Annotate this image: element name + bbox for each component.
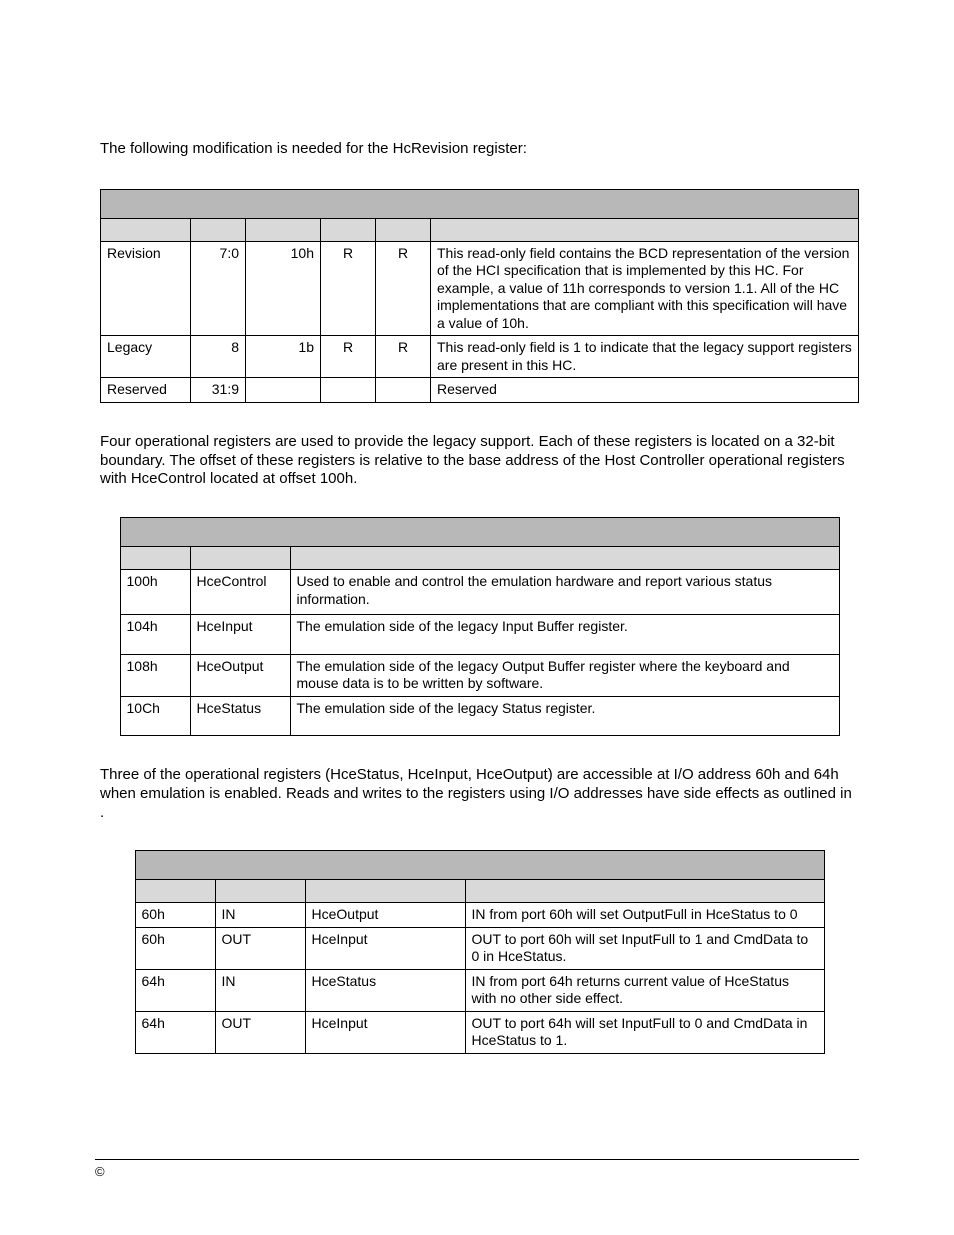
t3-h-reg	[305, 880, 465, 903]
t3-effect: IN from port 60h will set OutputFull in …	[465, 903, 824, 928]
t2-reg: HceControl	[190, 570, 290, 615]
t2-desc: Used to enable and control the emulation…	[290, 570, 839, 615]
mid-text-1: Four operational registers are used to p…	[100, 433, 859, 489]
t2-offset: 10Ch	[120, 696, 190, 736]
t3-h-addr	[135, 880, 215, 903]
t1-hc	[376, 378, 431, 403]
t2-desc: The emulation side of the legacy Input B…	[290, 615, 839, 655]
table-row: 100h HceControl Used to enable and contr…	[120, 570, 839, 615]
t3-addr: 64h	[135, 1011, 215, 1053]
copyright-icon: ©	[95, 1164, 105, 1179]
t3-effect: OUT to port 64h will set InputFull to 0 …	[465, 1011, 824, 1053]
t2-reg: HceStatus	[190, 696, 290, 736]
t2-reg: HceOutput	[190, 654, 290, 696]
mid2a: Three of the operational registers (HceS…	[100, 766, 852, 802]
t1-default	[246, 378, 321, 403]
t2-desc: The emulation side of the legacy Status …	[290, 696, 839, 736]
mid2b: .	[100, 804, 104, 821]
t3-addr: 60h	[135, 903, 215, 928]
t2-h-reg	[190, 547, 290, 570]
table-row: 64h OUT HceInput OUT to port 64h will se…	[135, 1011, 824, 1053]
t3-cyc: IN	[215, 903, 305, 928]
t3-h-cyc	[215, 880, 305, 903]
t3-reg: HceOutput	[305, 903, 465, 928]
t1-hc: R	[376, 336, 431, 378]
table-row: 60h IN HceOutput IN from port 60h will s…	[135, 903, 824, 928]
t3-addr: 60h	[135, 927, 215, 969]
t1-bits: 8	[191, 336, 246, 378]
t1-hcd: R	[321, 241, 376, 336]
t2-offset: 104h	[120, 615, 190, 655]
t1-h-bits	[191, 218, 246, 241]
t1-h-default	[246, 218, 321, 241]
t2-reg: HceInput	[190, 615, 290, 655]
t1-hcd	[321, 378, 376, 403]
table-row: 10Ch HceStatus The emulation side of the…	[120, 696, 839, 736]
t3-effect: OUT to port 60h will set InputFull to 1 …	[465, 927, 824, 969]
t1-field: Reserved	[101, 378, 191, 403]
t3-addr: 64h	[135, 969, 215, 1011]
t2-band	[120, 518, 839, 547]
t2-offset: 108h	[120, 654, 190, 696]
mid-text-2: Three of the operational registers (HceS…	[100, 766, 859, 822]
table-row: Reserved 31:9 Reserved	[101, 378, 859, 403]
t1-h-field	[101, 218, 191, 241]
t1-default: 1b	[246, 336, 321, 378]
t1-hcd: R	[321, 336, 376, 378]
table-row: 104h HceInput The emulation side of the …	[120, 615, 839, 655]
t1-band	[101, 189, 859, 218]
t3-h-effect	[465, 880, 824, 903]
t1-h-hc	[376, 218, 431, 241]
page: The following modification is needed for…	[0, 0, 954, 1235]
t3-cyc: IN	[215, 969, 305, 1011]
t3-band	[135, 851, 824, 880]
t1-bits: 7:0	[191, 241, 246, 336]
page-footer: ©	[95, 1159, 859, 1180]
t3-reg: HceInput	[305, 1011, 465, 1053]
t2-h-offset	[120, 547, 190, 570]
t1-h-hcd	[321, 218, 376, 241]
t1-bits: 31:9	[191, 378, 246, 403]
t1-desc: Reserved	[431, 378, 859, 403]
table-row: 64h IN HceStatus IN from port 64h return…	[135, 969, 824, 1011]
table-row: 108h HceOutput The emulation side of the…	[120, 654, 839, 696]
t1-desc: This read-only field contains the BCD re…	[431, 241, 859, 336]
table-row: Legacy 8 1b R R This read-only field is …	[101, 336, 859, 378]
hcrevision-table: Revision 7:0 10h R R This read-only fiel…	[100, 189, 859, 403]
t1-field: Revision	[101, 241, 191, 336]
t3-reg: HceInput	[305, 927, 465, 969]
t3-effect: IN from port 64h returns current value o…	[465, 969, 824, 1011]
t1-desc: This read-only field is 1 to indicate th…	[431, 336, 859, 378]
io-side-effects-table: 60h IN HceOutput IN from port 60h will s…	[135, 850, 825, 1054]
t2-h-desc	[290, 547, 839, 570]
t3-cyc: OUT	[215, 1011, 305, 1053]
t2-offset: 100h	[120, 570, 190, 615]
table-row: Revision 7:0 10h R R This read-only fiel…	[101, 241, 859, 336]
t3-cyc: OUT	[215, 927, 305, 969]
table-row: 60h OUT HceInput OUT to port 60h will se…	[135, 927, 824, 969]
t1-hc: R	[376, 241, 431, 336]
intro-text: The following modification is needed for…	[100, 140, 859, 159]
t1-h-desc	[431, 218, 859, 241]
t1-default: 10h	[246, 241, 321, 336]
t3-reg: HceStatus	[305, 969, 465, 1011]
operational-registers-table: 100h HceControl Used to enable and contr…	[120, 517, 840, 736]
t1-field: Legacy	[101, 336, 191, 378]
t2-desc: The emulation side of the legacy Output …	[290, 654, 839, 696]
